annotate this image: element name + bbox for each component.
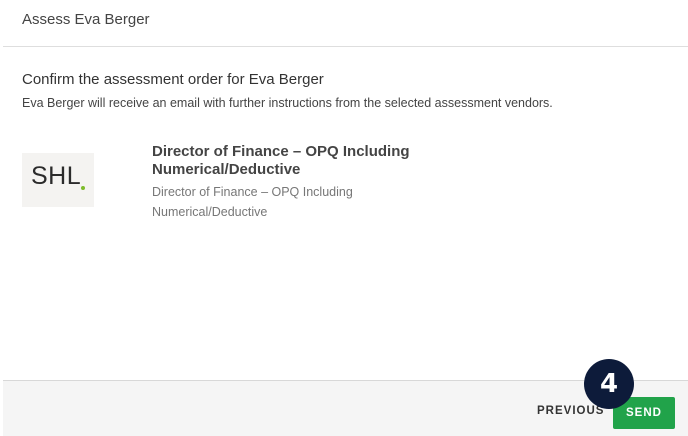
assessment-title: Director of Finance – OPQ Including Nume… xyxy=(152,143,410,178)
confirm-subtitle: Eva Berger will receive an email with fu… xyxy=(22,96,553,110)
assessment-description: Director of Finance – OPQ Including Nume… xyxy=(152,185,353,219)
assessment-dialog: Assess Eva Berger Confirm the assessment… xyxy=(3,0,688,436)
shl-logo: SHL xyxy=(22,153,94,207)
previous-button[interactable]: PREVIOUS xyxy=(537,405,604,417)
dialog-body: Confirm the assessment order for Eva Ber… xyxy=(3,47,688,380)
shl-logo-dot xyxy=(81,186,85,190)
shl-logo-text: SHL xyxy=(31,162,82,190)
dialog-title: Assess Eva Berger xyxy=(22,11,150,28)
step-number-badge: 4 xyxy=(584,359,634,409)
confirm-heading: Confirm the assessment order for Eva Ber… xyxy=(22,71,324,88)
dialog-header: Assess Eva Berger xyxy=(3,0,688,47)
